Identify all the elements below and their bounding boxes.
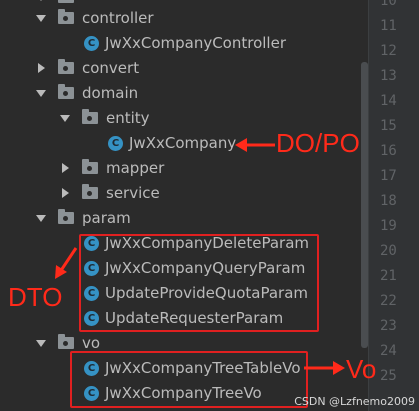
- vo-arrow-icon: [304, 361, 345, 375]
- line-number: 11: [380, 18, 397, 34]
- chevron-down-icon[interactable]: [36, 13, 46, 23]
- line-number: 25: [380, 368, 397, 384]
- line-number: 10: [380, 0, 397, 9]
- line-number: 24: [380, 343, 397, 359]
- do-po-annotation: DO/PO: [276, 128, 360, 158]
- line-number: 16: [380, 143, 397, 159]
- watermark: CSDN @Lzfnemo2009: [294, 395, 415, 408]
- chevron-down-icon[interactable]: [36, 0, 46, 2]
- tree-folder-convert[interactable]: convert: [36, 57, 139, 79]
- line-number: 17: [380, 168, 397, 184]
- do-po-arrow-icon: [235, 138, 275, 152]
- class-icon: C: [108, 135, 123, 151]
- line-number: 14: [380, 93, 397, 109]
- tree-folder-entity[interactable]: entity: [60, 107, 150, 129]
- project-tree: controller C JwXxCompanyController conve…: [0, 0, 368, 411]
- dto-highlight-box: [79, 234, 319, 332]
- tree-folder-service[interactable]: service: [60, 182, 160, 204]
- dto-annotation: DTO: [8, 282, 63, 312]
- folder-icon: [58, 9, 74, 24]
- line-number: 12: [380, 43, 397, 59]
- line-number: 15: [380, 118, 397, 134]
- folder-label: param: [82, 209, 131, 227]
- tree-folder-param[interactable]: param: [36, 207, 131, 229]
- tree-folder-domain[interactable]: domain: [36, 82, 138, 104]
- tree-class-entity[interactable]: C JwXxCompany: [108, 132, 236, 154]
- vo-highlight-box: [70, 351, 308, 408]
- folder-label: service: [106, 184, 160, 202]
- folder-label: entity: [106, 109, 150, 127]
- line-number: 23: [380, 318, 397, 334]
- line-number: 19: [380, 218, 397, 234]
- chevron-right-icon[interactable]: [60, 163, 70, 173]
- dto-arrow-icon: [55, 247, 78, 279]
- line-number: 21: [380, 268, 397, 284]
- folder-icon: [58, 334, 74, 349]
- tree-class-controller[interactable]: C JwXxCompanyController: [84, 32, 286, 54]
- tree-folder-controller[interactable]: controller: [36, 7, 154, 29]
- line-number: 22: [380, 293, 397, 309]
- chevron-right-icon[interactable]: [60, 188, 70, 198]
- line-number: 18: [380, 193, 397, 209]
- folder-label: domain: [82, 84, 139, 102]
- tree-folder-mapper[interactable]: mapper: [60, 157, 164, 179]
- folder-label: convert: [82, 59, 140, 77]
- vertical-scrollbar[interactable]: [361, 62, 368, 348]
- folder-icon: [58, 0, 74, 3]
- chevron-right-icon[interactable]: [36, 63, 46, 73]
- folder-icon: [58, 209, 74, 224]
- class-label: JwXxCompanyController: [105, 34, 286, 52]
- class-label: JwXxCompany: [129, 134, 237, 152]
- folder-icon: [58, 84, 74, 99]
- folder-icon: [58, 59, 74, 74]
- folder-label: vo: [82, 334, 101, 352]
- chevron-down-icon[interactable]: [60, 113, 70, 123]
- line-number: 13: [380, 68, 397, 84]
- vo-annotation: Vo: [346, 354, 377, 384]
- line-number: 20: [380, 243, 397, 259]
- folder-icon: [82, 184, 98, 199]
- chevron-down-icon[interactable]: [36, 88, 46, 98]
- chevron-down-icon[interactable]: [36, 338, 46, 348]
- folder-label: mapper: [106, 159, 165, 177]
- chevron-down-icon[interactable]: [36, 213, 46, 223]
- folder-icon: [82, 109, 98, 124]
- class-icon: C: [84, 35, 99, 51]
- folder-icon: [82, 159, 98, 174]
- folder-label: controller: [82, 9, 154, 27]
